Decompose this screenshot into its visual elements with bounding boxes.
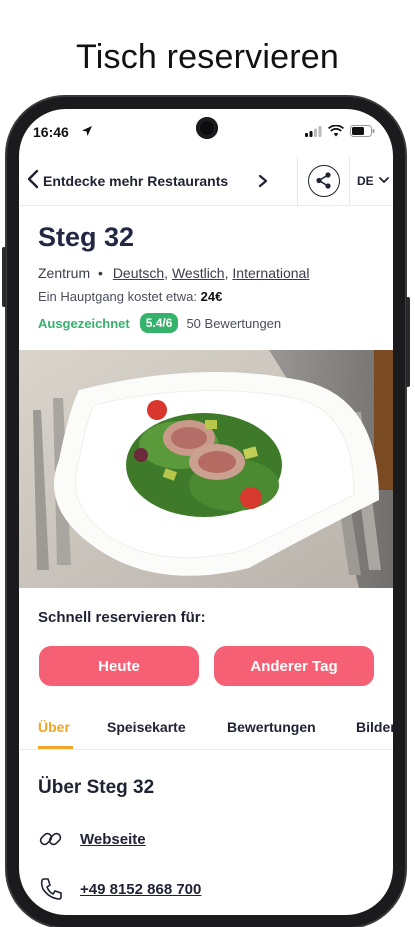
status-bar: 16:46 (19, 109, 393, 153)
back-to-restaurants-link[interactable]: Entdecke mehr Restaurants (43, 173, 228, 189)
nav-divider (297, 157, 298, 205)
review-count: 50 Bewertungen (186, 315, 282, 331)
restaurant-district: Zentrum (38, 265, 91, 281)
cuisine-link[interactable]: Deutsch (113, 265, 164, 281)
link-icon (39, 832, 62, 846)
nav-divider (349, 157, 350, 205)
phone-icon (40, 878, 62, 900)
page-headline: Tisch reservieren (76, 38, 339, 76)
price-value: 24€ (200, 289, 223, 304)
reserve-other-day-button[interactable]: Anderer Tag (214, 646, 374, 686)
back-chevron-icon[interactable] (23, 167, 45, 191)
about-title: Über Steg 32 (38, 777, 155, 798)
chevron-down-icon[interactable] (378, 175, 390, 185)
rating-row[interactable]: Ausgezeichnet 5.4/6 50 Bewertungen (38, 313, 281, 333)
phone-frame: 16:46 Entdecke mehr Restaurants DE Steg … (2, 97, 410, 927)
restaurant-meta: Zentrum • Deutsch, Westlich, Internation… (38, 265, 310, 281)
signal-icon (305, 125, 322, 137)
section-tabs: Über Speisekarte Bewertungen Bilder (19, 709, 393, 750)
language-selector[interactable]: DE (357, 174, 374, 188)
cuisine-link[interactable]: International (232, 265, 309, 281)
cuisine-link[interactable]: Westlich (172, 265, 225, 281)
tab-about[interactable]: Über (38, 719, 70, 735)
top-navigation-bar: Entdecke mehr Restaurants DE (19, 157, 393, 206)
share-button[interactable] (308, 165, 340, 197)
reserve-today-button[interactable]: Heute (39, 646, 199, 686)
phone-power-button (406, 297, 410, 387)
share-icon (316, 172, 331, 189)
meta-separator: • (98, 265, 103, 281)
status-time: 16:46 (33, 124, 69, 140)
price-info: Ein Hauptgang kostet etwa: 24€ (38, 289, 222, 304)
quick-reserve-title: Schnell reservieren für: (38, 609, 206, 626)
rating-badge: 5.4/6 (139, 313, 179, 333)
restaurant-name: Steg 32 (38, 222, 135, 252)
location-arrow-icon (82, 126, 92, 136)
active-tab-indicator (38, 746, 73, 749)
restaurant-photo[interactable] (19, 350, 393, 588)
rating-label: Ausgezeichnet (38, 315, 130, 331)
price-label: Ein Hauptgang kostet etwa: (38, 289, 197, 304)
front-camera (196, 117, 218, 139)
chevron-right-icon[interactable] (256, 173, 270, 189)
website-link[interactable]: Webseite (80, 831, 146, 848)
phone-link[interactable]: +49 8152 868 700 (80, 881, 201, 898)
website-row[interactable]: Webseite (38, 826, 146, 852)
tab-pictures[interactable]: Bilder (356, 719, 393, 735)
tab-reviews[interactable]: Bewertungen (227, 719, 316, 735)
food-photo-illustration (19, 350, 393, 588)
phone-side-button (2, 247, 6, 307)
phone-row[interactable]: +49 8152 868 700 (38, 876, 201, 902)
tab-menu[interactable]: Speisekarte (107, 719, 186, 735)
app-screen: 16:46 Entdecke mehr Restaurants DE Steg … (19, 109, 393, 915)
wifi-icon (328, 125, 344, 137)
battery-icon (350, 125, 375, 137)
